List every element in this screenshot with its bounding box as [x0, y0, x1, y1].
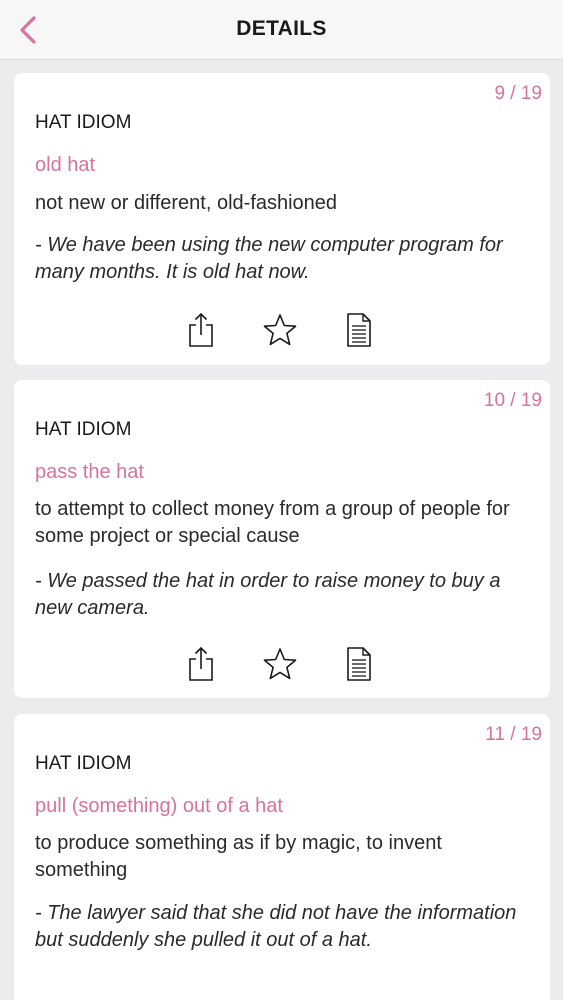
idiom-list[interactable]: 9 / 19 HAT IDIOM old hat not new or diff…	[0, 60, 563, 1000]
card-term: pull (something) out of a hat	[35, 795, 283, 817]
card-category: HAT IDIOM	[35, 753, 132, 774]
favorite-button[interactable]	[260, 644, 300, 684]
card-counter: 9 / 19	[494, 83, 542, 104]
card-definition: not new or different, old-fashioned	[35, 192, 338, 214]
card-example: - We have been using the new computer pr…	[35, 234, 503, 283]
idiom-card: 9 / 19 HAT IDIOM old hat not new or diff…	[14, 73, 550, 365]
share-icon	[189, 646, 213, 681]
card-category: HAT IDIOM	[35, 419, 132, 440]
details-button[interactable]	[339, 644, 379, 684]
star-icon	[263, 314, 297, 346]
share-button[interactable]	[181, 644, 221, 684]
card-example: - We passed the hat in order to raise mo…	[35, 570, 501, 619]
favorite-button[interactable]	[260, 310, 300, 350]
document-icon	[347, 647, 371, 681]
card-counter: 10 / 19	[483, 390, 542, 411]
card-definition: to attempt to collect money from a group…	[35, 498, 510, 547]
document-icon	[347, 313, 371, 347]
card-actions	[14, 644, 550, 684]
idiom-card: 10 / 19 HAT IDIOM pass the hat to attemp…	[14, 380, 550, 698]
page-title: DETAILS	[236, 17, 327, 40]
card-term: old hat	[35, 154, 96, 176]
card-term: pass the hat	[35, 461, 144, 483]
card-definition: to produce something as if by magic, to …	[35, 832, 442, 881]
card-category: HAT IDIOM	[35, 112, 132, 133]
share-button[interactable]	[181, 310, 221, 350]
card-example: - The lawyer said that she did not have …	[35, 902, 517, 951]
details-button[interactable]	[339, 310, 379, 350]
nav-bar: DETAILS	[0, 0, 563, 60]
idiom-card: 11 / 19 HAT IDIOM pull (something) out o…	[14, 714, 550, 1000]
star-icon	[263, 648, 297, 680]
share-icon	[189, 312, 213, 347]
card-counter: 11 / 19	[485, 724, 542, 745]
card-actions	[14, 310, 550, 350]
